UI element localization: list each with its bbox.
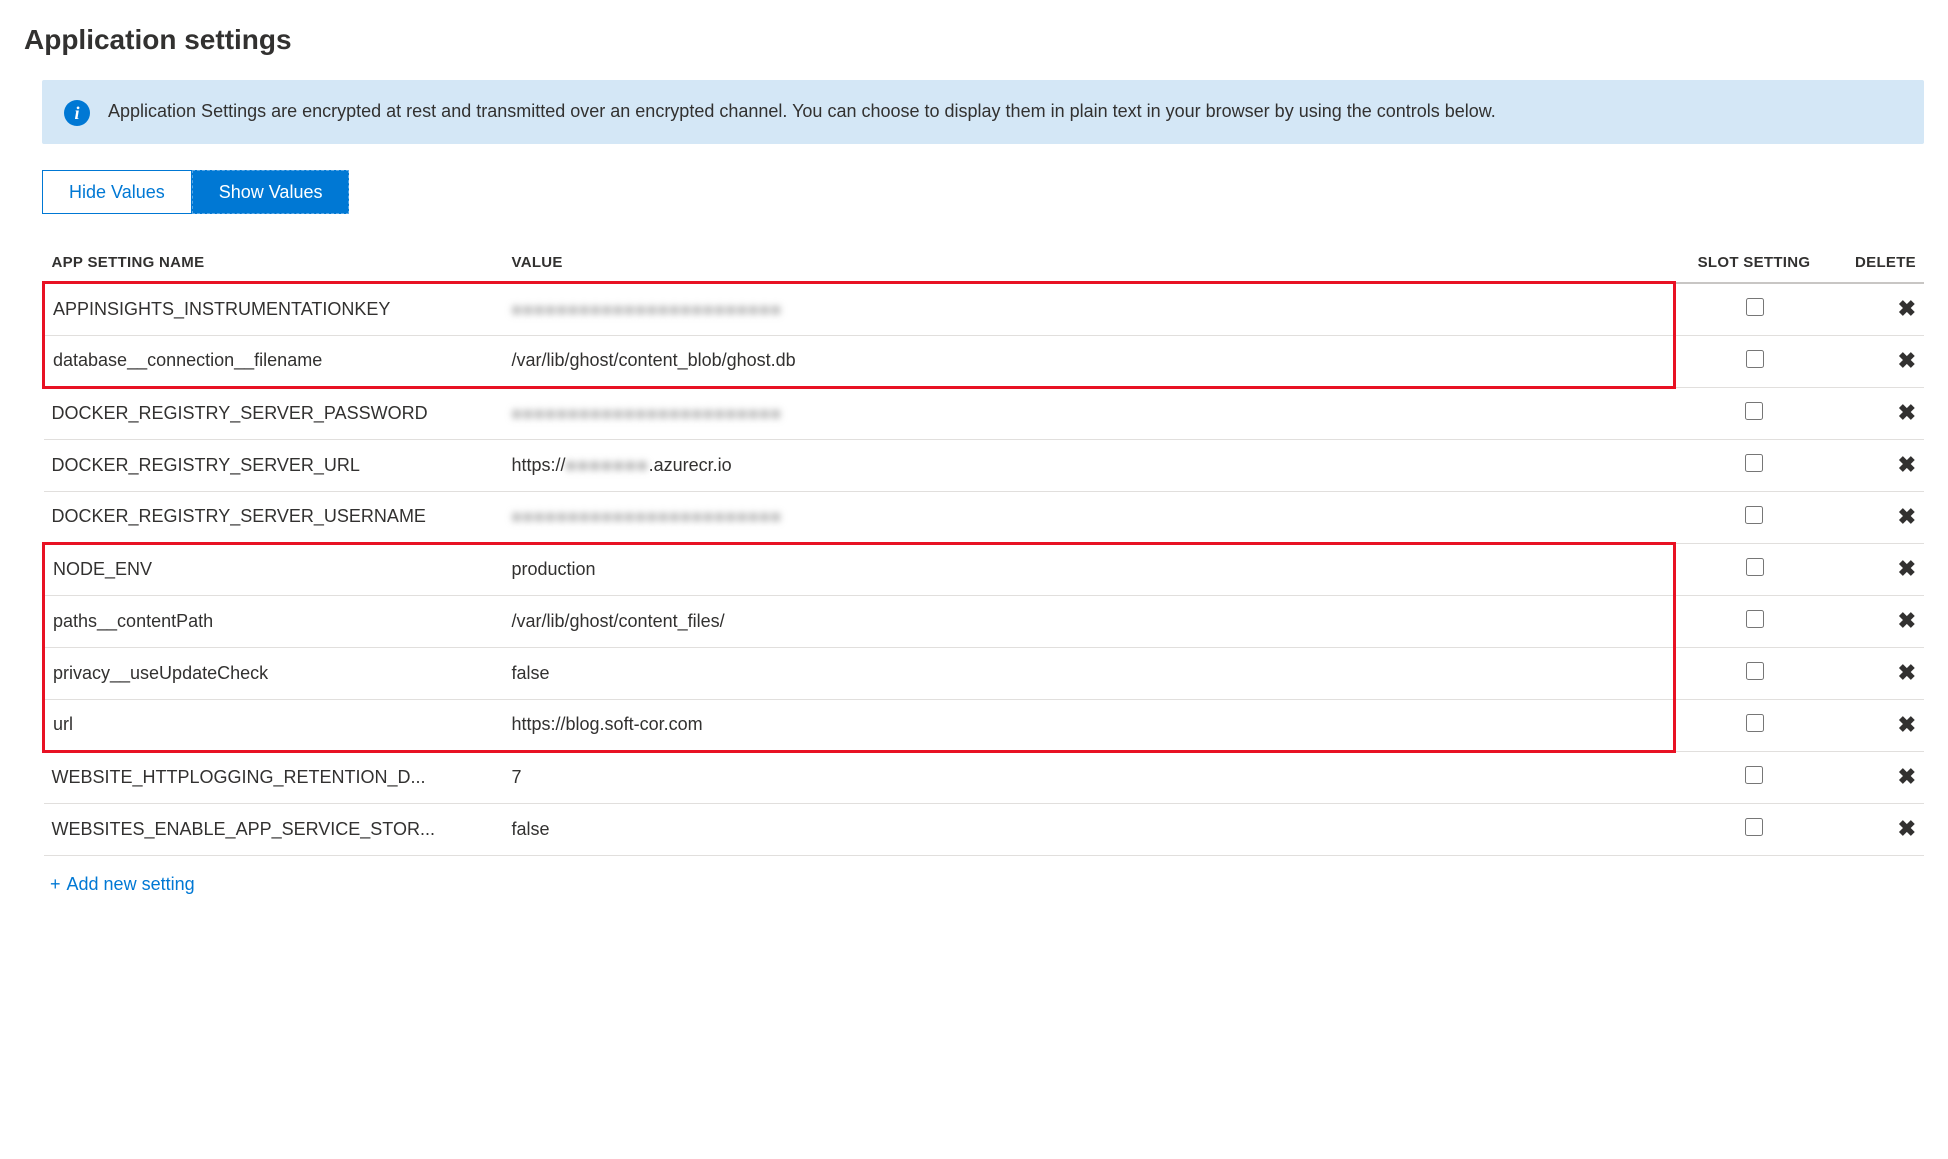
slot-setting-checkbox[interactable] bbox=[1745, 818, 1763, 836]
delete-cell: ✖ bbox=[1834, 803, 1924, 855]
page-title: Application settings bbox=[24, 24, 1924, 56]
column-header-value: VALUE bbox=[504, 244, 1675, 283]
table-row: DOCKER_REGISTRY_SERVER_USERNAME ●●●●●●●●●… bbox=[44, 491, 1925, 543]
setting-name[interactable]: DOCKER_REGISTRY_SERVER_USERNAME bbox=[44, 491, 504, 543]
setting-value[interactable]: https://blog.soft-cor.com bbox=[504, 699, 1675, 751]
delete-cell: ✖ bbox=[1834, 647, 1924, 699]
delete-cell: ✖ bbox=[1834, 387, 1924, 439]
delete-cell: ✖ bbox=[1834, 491, 1924, 543]
delete-icon[interactable]: ✖ bbox=[1898, 506, 1916, 528]
info-icon: i bbox=[64, 100, 90, 126]
plus-icon: + bbox=[50, 874, 61, 895]
slot-setting-checkbox[interactable] bbox=[1746, 714, 1764, 732]
setting-name[interactable]: APPINSIGHTS_INSTRUMENTATIONKEY bbox=[44, 283, 504, 336]
slot-setting-cell bbox=[1674, 699, 1834, 751]
setting-value[interactable]: ●●●●●●●●●●●●●●●●●●●●●●●● bbox=[504, 387, 1675, 439]
column-header-slot: SLOT SETTING bbox=[1674, 244, 1834, 283]
setting-name[interactable]: WEBSITES_ENABLE_APP_SERVICE_STOR... bbox=[44, 803, 504, 855]
slot-setting-cell bbox=[1674, 335, 1834, 387]
slot-setting-cell bbox=[1674, 647, 1834, 699]
delete-cell: ✖ bbox=[1834, 595, 1924, 647]
table-row: urlhttps://blog.soft-cor.com ✖ bbox=[44, 699, 1925, 751]
table-row: database__connection__filename/var/lib/g… bbox=[44, 335, 1925, 387]
column-header-delete: DELETE bbox=[1834, 244, 1924, 283]
setting-name[interactable]: DOCKER_REGISTRY_SERVER_URL bbox=[44, 439, 504, 491]
setting-name[interactable]: paths__contentPath bbox=[44, 595, 504, 647]
value-prefix: https:// bbox=[512, 455, 566, 475]
setting-value[interactable]: 7 bbox=[504, 751, 1675, 803]
setting-value[interactable]: false bbox=[504, 803, 1675, 855]
setting-value[interactable]: ●●●●●●●●●●●●●●●●●●●●●●●● bbox=[504, 491, 1675, 543]
setting-value[interactable]: https://●●●●●●●.azurecr.io bbox=[504, 439, 1675, 491]
setting-value[interactable]: production bbox=[504, 543, 1675, 595]
column-header-name: APP SETTING NAME bbox=[44, 244, 504, 283]
setting-name[interactable]: database__connection__filename bbox=[44, 335, 504, 387]
table-row: privacy__useUpdateCheckfalse ✖ bbox=[44, 647, 1925, 699]
table-row: DOCKER_REGISTRY_SERVER_PASSWORD ●●●●●●●●●… bbox=[44, 387, 1925, 439]
table-row: paths__contentPath/var/lib/ghost/content… bbox=[44, 595, 1925, 647]
setting-name[interactable]: DOCKER_REGISTRY_SERVER_PASSWORD bbox=[44, 387, 504, 439]
values-toggle-group: Hide Values Show Values bbox=[42, 170, 349, 214]
table-row: WEBSITE_HTTPLOGGING_RETENTION_D...7 ✖ bbox=[44, 751, 1925, 803]
setting-value[interactable]: /var/lib/ghost/content_blob/ghost.db bbox=[504, 335, 1675, 387]
delete-icon[interactable]: ✖ bbox=[1898, 454, 1916, 476]
delete-cell: ✖ bbox=[1834, 283, 1924, 336]
slot-setting-cell bbox=[1674, 439, 1834, 491]
table-row: DOCKER_REGISTRY_SERVER_URLhttps://●●●●●●… bbox=[44, 439, 1925, 491]
redacted-value: ●●●●●●●●●●●●●●●●●●●●●●●● bbox=[512, 300, 782, 320]
redacted-value: ●●●●●●●●●●●●●●●●●●●●●●●● bbox=[512, 507, 782, 527]
setting-name[interactable]: url bbox=[44, 699, 504, 751]
slot-setting-checkbox[interactable] bbox=[1745, 454, 1763, 472]
info-message: Application Settings are encrypted at re… bbox=[108, 98, 1496, 126]
slot-setting-checkbox[interactable] bbox=[1745, 506, 1763, 524]
delete-icon[interactable]: ✖ bbox=[1898, 298, 1916, 320]
show-values-button[interactable]: Show Values bbox=[192, 170, 350, 214]
delete-icon[interactable]: ✖ bbox=[1898, 662, 1916, 684]
setting-value[interactable]: ●●●●●●●●●●●●●●●●●●●●●●●● bbox=[504, 283, 1675, 336]
slot-setting-cell bbox=[1674, 803, 1834, 855]
add-new-setting-link[interactable]: + Add new setting bbox=[42, 856, 203, 903]
value-suffix: .azurecr.io bbox=[649, 455, 732, 475]
slot-setting-checkbox[interactable] bbox=[1746, 298, 1764, 316]
table-row: NODE_ENVproduction ✖ bbox=[44, 543, 1925, 595]
add-new-label: Add new setting bbox=[67, 874, 195, 895]
slot-setting-checkbox[interactable] bbox=[1746, 558, 1764, 576]
delete-icon[interactable]: ✖ bbox=[1898, 402, 1916, 424]
slot-setting-checkbox[interactable] bbox=[1746, 662, 1764, 680]
delete-icon[interactable]: ✖ bbox=[1898, 766, 1916, 788]
redacted-value: ●●●●●●● bbox=[566, 455, 649, 475]
slot-setting-cell bbox=[1674, 595, 1834, 647]
info-banner: i Application Settings are encrypted at … bbox=[42, 80, 1924, 144]
table-row: APPINSIGHTS_INSTRUMENTATIONKEY ●●●●●●●●●●… bbox=[44, 283, 1925, 336]
slot-setting-cell bbox=[1674, 543, 1834, 595]
hide-values-button[interactable]: Hide Values bbox=[42, 170, 192, 214]
slot-setting-cell bbox=[1674, 283, 1834, 336]
table-row: WEBSITES_ENABLE_APP_SERVICE_STOR...false… bbox=[44, 803, 1925, 855]
delete-cell: ✖ bbox=[1834, 699, 1924, 751]
setting-name[interactable]: NODE_ENV bbox=[44, 543, 504, 595]
slot-setting-checkbox[interactable] bbox=[1745, 402, 1763, 420]
setting-value[interactable]: false bbox=[504, 647, 1675, 699]
redacted-value: ●●●●●●●●●●●●●●●●●●●●●●●● bbox=[512, 404, 782, 424]
delete-icon[interactable]: ✖ bbox=[1898, 350, 1916, 372]
slot-setting-checkbox[interactable] bbox=[1745, 766, 1763, 784]
slot-setting-checkbox[interactable] bbox=[1746, 350, 1764, 368]
app-settings-table: APP SETTING NAME VALUE SLOT SETTING DELE… bbox=[42, 244, 1924, 856]
delete-icon[interactable]: ✖ bbox=[1898, 714, 1916, 736]
delete-icon[interactable]: ✖ bbox=[1898, 610, 1916, 632]
setting-name[interactable]: WEBSITE_HTTPLOGGING_RETENTION_D... bbox=[44, 751, 504, 803]
delete-cell: ✖ bbox=[1834, 439, 1924, 491]
slot-setting-cell bbox=[1674, 751, 1834, 803]
delete-cell: ✖ bbox=[1834, 543, 1924, 595]
delete-icon[interactable]: ✖ bbox=[1898, 558, 1916, 580]
delete-cell: ✖ bbox=[1834, 335, 1924, 387]
setting-name[interactable]: privacy__useUpdateCheck bbox=[44, 647, 504, 699]
slot-setting-cell bbox=[1674, 491, 1834, 543]
delete-icon[interactable]: ✖ bbox=[1898, 818, 1916, 840]
delete-cell: ✖ bbox=[1834, 751, 1924, 803]
slot-setting-cell bbox=[1674, 387, 1834, 439]
slot-setting-checkbox[interactable] bbox=[1746, 610, 1764, 628]
setting-value[interactable]: /var/lib/ghost/content_files/ bbox=[504, 595, 1675, 647]
